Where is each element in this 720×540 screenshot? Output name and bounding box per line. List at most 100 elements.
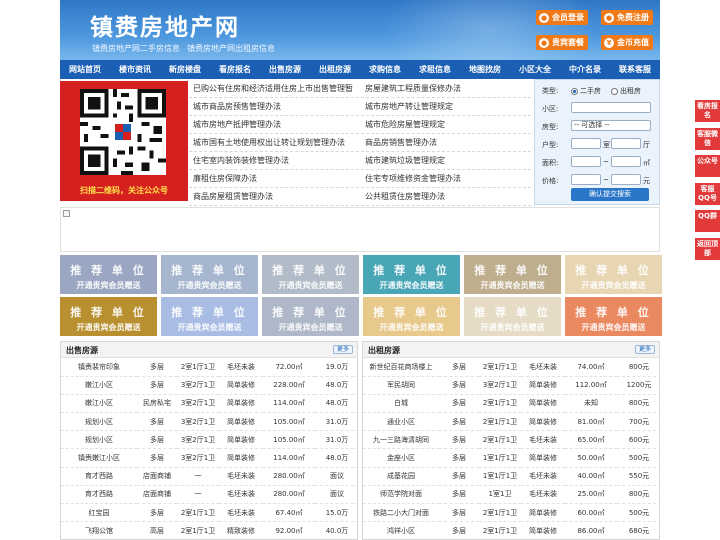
table-cell[interactable]: 嫩江小区: [61, 376, 137, 395]
area-max-input[interactable]: [611, 156, 641, 167]
policy-link[interactable]: 城市房地产抵押管理办法: [189, 116, 359, 134]
table-cell[interactable]: 规划小区: [61, 412, 137, 432]
rooms-select[interactable]: [571, 138, 601, 149]
radio-rental[interactable]: 出租房: [611, 86, 641, 96]
float-qq-service[interactable]: 客服QQ号: [695, 183, 720, 205]
recommended-unit-ad[interactable]: 推 荐 单 位开通贵宾会员赠送: [60, 255, 157, 294]
recommended-unit-ad[interactable]: 推 荐 单 位开通贵宾会员赠送: [161, 255, 258, 294]
radio-second-hand[interactable]: 二手房: [571, 86, 601, 96]
recommended-unit-ad[interactable]: 推 荐 单 位开通贵宾会员赠送: [262, 255, 359, 294]
table-cell[interactable]: 育才西路: [61, 467, 137, 486]
recommended-unit-ad[interactable]: 推 荐 单 位开通贵宾会员赠送: [161, 297, 258, 336]
float-qq-group[interactable]: QQ群: [695, 210, 720, 232]
table-row[interactable]: 新世纪百花商场楼上 多层 2室1厅1卫 毛坯未装 74.00㎡ 800元: [363, 358, 659, 377]
policy-link[interactable]: 商品房屋租赁管理办法: [189, 188, 359, 206]
table-cell[interactable]: 新世纪百花商场楼上: [363, 358, 439, 377]
table-cell[interactable]: 镇赉嫩江小区: [61, 448, 137, 468]
float-wechat-service[interactable]: 客服微信: [695, 128, 720, 150]
table-row[interactable]: 师范学院对面 多层 1室1卫 毛坯未装 25.00㎡ 800元: [363, 485, 659, 505]
free-register-button[interactable]: ● 免费注册: [601, 10, 653, 25]
price-max-input[interactable]: [611, 174, 641, 185]
search-submit-button[interactable]: 确认提交搜索: [571, 188, 649, 201]
nav-item-communities[interactable]: 小区大全: [510, 60, 560, 79]
nav-item-want-to-rent[interactable]: 求租信息: [410, 60, 460, 79]
table-cell[interactable]: 白城: [363, 394, 439, 414]
policy-link[interactable]: 住宅室内装饰装修管理办法: [189, 152, 359, 170]
table-row[interactable]: 镇赉嫩江小区 多层 3室2厅1卫 简单装修 114.00㎡ 48.0万: [61, 448, 357, 468]
policy-link[interactable]: 廉租住房保障办法: [189, 170, 359, 188]
table-cell[interactable]: 鸿祥小区: [363, 521, 439, 539]
table-cell[interactable]: 红宝园: [61, 503, 137, 523]
table-cell[interactable]: 育才西路: [61, 485, 137, 505]
table-row[interactable]: 飞翔公馆 高层 2室1厅1卫 精致装修 92.00㎡ 40.0万: [61, 521, 357, 539]
table-cell[interactable]: 师范学院对面: [363, 485, 439, 505]
area-min-input[interactable]: [571, 156, 601, 167]
coin-recharge-button[interactable]: ¥ 金币充值: [601, 35, 653, 50]
nav-item-home[interactable]: 网站首页: [60, 60, 110, 79]
recommended-unit-ad[interactable]: 推 荐 单 位开通贵宾会员赠送: [262, 297, 359, 336]
table-row[interactable]: 红宝园 多层 2室1厅1卫 毛坯未装 67.40㎡ 15.0万: [61, 503, 357, 523]
nav-item-agencies[interactable]: 中介名录: [560, 60, 610, 79]
policy-link[interactable]: 城市建筑垃圾管理规定: [361, 152, 531, 170]
recommended-unit-ad[interactable]: 推 荐 单 位开通贵宾会员赠送: [363, 255, 460, 294]
recommended-unit-ad[interactable]: 推 荐 单 位开通贵宾会员赠送: [363, 297, 460, 336]
table-row[interactable]: 规划小区 多层 3室2厅1卫 简单装修 105.00㎡ 31.0万: [61, 412, 357, 432]
nav-item-map-search[interactable]: 地图找房: [460, 60, 510, 79]
policy-link[interactable]: 城市危险房屋管理规定: [361, 116, 531, 134]
table-row[interactable]: 嫩江小区 多层 3室2厅1卫 简单装修 228.00㎡ 48.0万: [61, 376, 357, 395]
float-official-account[interactable]: 公众号: [695, 155, 720, 177]
recommended-unit-ad[interactable]: 推 荐 单 位开通贵宾会员赠送: [565, 255, 662, 294]
table-row[interactable]: 白城 多层 2室1厅1卫 简单装修 未知 800元: [363, 394, 659, 414]
nav-item-for-sale[interactable]: 出售房源: [260, 60, 310, 79]
site-title[interactable]: 镇赉房地产网: [90, 8, 240, 42]
nav-item-contact[interactable]: 联系客服: [610, 60, 660, 79]
table-row[interactable]: 规划小区 多层 3室2厅1卫 简单装修 105.00㎡ 31.0万: [61, 430, 357, 450]
member-login-button[interactable]: ● 会员登录: [536, 10, 588, 25]
table-cell[interactable]: 镇赉裴帘印象: [61, 358, 137, 377]
nav-item-news[interactable]: 楼市资讯: [110, 60, 160, 79]
nav-item-for-rent[interactable]: 出租房源: [310, 60, 360, 79]
table-row[interactable]: 育才西路 店面商铺一毛坯未装 280.00㎡ 面议: [61, 485, 357, 505]
table-row[interactable]: 铁路二小大门对面 多层 2室1厅1卫 简单装修 60.00㎡ 500元: [363, 503, 659, 523]
table-cell[interactable]: 规划小区: [61, 430, 137, 450]
policy-link[interactable]: 公共租赁住房管理办法: [361, 188, 531, 206]
table-row[interactable]: 军民胡同 多层 3室2厅1卫 简单装修 112.00㎡ 1200元: [363, 376, 659, 395]
rent-more-button[interactable]: 更多: [634, 345, 655, 354]
nav-item-new-homes[interactable]: 新房楼盘: [160, 60, 210, 79]
table-cell[interactable]: 军民胡同: [363, 376, 439, 395]
layout-select[interactable]: -- 可选择 --: [571, 120, 651, 131]
table-row[interactable]: 九一三路海清胡同 多层 2室1厅1卫 毛坯未装 65.00㎡ 600元: [363, 430, 659, 450]
banner-image-placeholder[interactable]: [60, 207, 660, 252]
policy-link[interactable]: 城市房地产转让管理规定: [361, 98, 531, 116]
table-cell[interactable]: 铁路二小大门对面: [363, 503, 439, 523]
float-back-to-top[interactable]: 返回顶部: [695, 238, 720, 260]
table-row[interactable]: 育才西路 店面商铺一毛坯未装 280.00㎡ 面议: [61, 467, 357, 486]
recommended-unit-ad[interactable]: 推 荐 单 位开通贵宾会员赠送: [464, 255, 561, 294]
recommended-unit-ad[interactable]: 推 荐 单 位开通贵宾会员赠送: [464, 297, 561, 336]
sale-more-button[interactable]: 更多: [332, 345, 353, 354]
policy-link[interactable]: 住宅专项维修资金管理办法: [361, 170, 531, 188]
nav-item-want-to-buy[interactable]: 求购信息: [360, 60, 410, 79]
table-cell[interactable]: 九一三路海清胡同: [363, 430, 439, 450]
halls-select[interactable]: [611, 138, 641, 149]
table-cell[interactable]: 嫩江小区: [61, 394, 137, 414]
policy-link[interactable]: 城市国有土地使用权出让转让规划管理办法: [189, 134, 359, 152]
recommended-unit-ad[interactable]: 推 荐 单 位开通贵宾会员赠送: [60, 297, 157, 336]
table-row[interactable]: 鸿祥小区 多层 2室1厅1卫 简单装修 86.00㎡ 680元: [363, 521, 659, 539]
recommended-unit-ad[interactable]: 推 荐 单 位开通贵宾会员赠送: [565, 297, 662, 336]
price-min-input[interactable]: [571, 174, 601, 185]
table-cell[interactable]: 金座小区: [363, 448, 439, 468]
policy-link[interactable]: 已购公有住房和经济适用住房上市出售管理暂: [189, 80, 359, 98]
policy-link[interactable]: 城市商品房预售管理办法: [189, 98, 359, 116]
table-row[interactable]: 镇赉裴帘印象 多层 2室1厅1卫 毛坯未装 72.00㎡ 19.0万: [61, 358, 357, 377]
table-row[interactable]: 嫩江小区 民房私宅 3室2厅1卫 简单装修 114.00㎡ 48.0万: [61, 394, 357, 414]
table-row[interactable]: 通业小区 多层 2室1厅1卫 简单装修 81.00㎡ 700元: [363, 412, 659, 432]
float-viewing-signup[interactable]: 看房报名: [695, 100, 720, 122]
table-cell[interactable]: 成基花园: [363, 467, 439, 486]
policy-link[interactable]: 商品房销售管理办法: [361, 134, 531, 152]
table-cell[interactable]: 通业小区: [363, 412, 439, 432]
vip-package-button[interactable]: ● 贵宾套餐: [536, 35, 588, 50]
nav-item-viewing-signup[interactable]: 看房报名: [210, 60, 260, 79]
table-row[interactable]: 金座小区 多层 1室1厅1卫 简单装修 50.00㎡ 500元: [363, 448, 659, 468]
policy-link[interactable]: 房屋建筑工程质量保修办法: [361, 80, 531, 98]
